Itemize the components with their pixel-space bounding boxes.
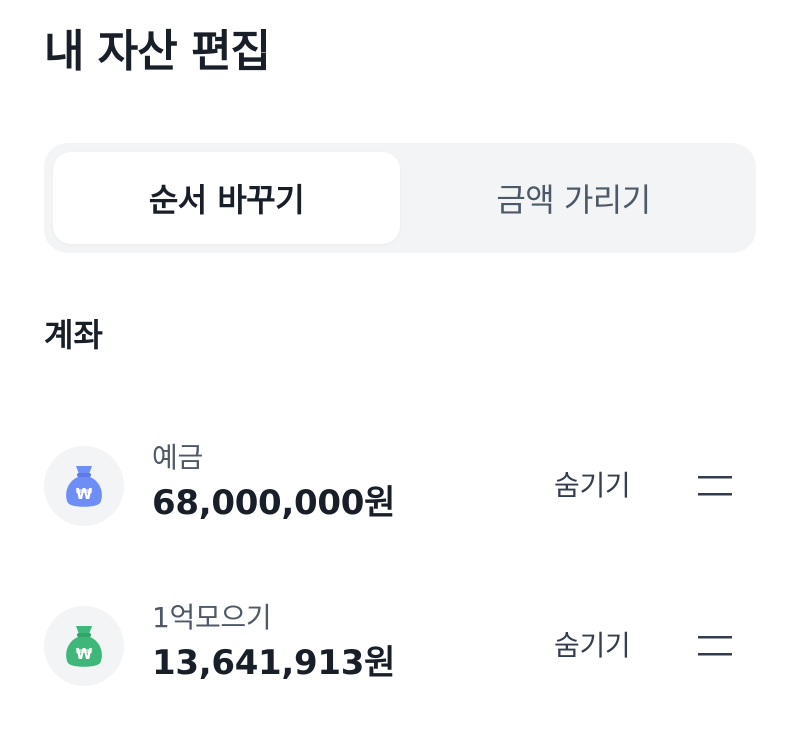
drag-handle-icon[interactable]: [694, 466, 736, 506]
edit-assets-page: 내 자산 편집 순서 바꾸기 금액 가리기 계좌 ₩ 예금 68,000,000…: [0, 0, 800, 746]
account-amount: 13,641,913원: [152, 643, 396, 683]
account-amount: 68,000,000원: [152, 483, 396, 523]
hide-button[interactable]: 숨기기: [554, 464, 631, 508]
money-bag-icon: ₩: [66, 626, 102, 667]
account-name: 1억모으기: [152, 601, 272, 634]
account-row: ₩ 1억모으기 13,641,913원 숨기기: [44, 596, 756, 696]
svg-text:₩: ₩: [76, 645, 93, 663]
money-bag-icon: ₩: [66, 466, 102, 507]
hide-button[interactable]: 숨기기: [554, 624, 631, 668]
tab-hide-amounts[interactable]: 금액 가리기: [400, 152, 747, 244]
segmented-control: 순서 바꾸기 금액 가리기: [44, 143, 756, 253]
page-title: 내 자산 편집: [44, 26, 271, 77]
tab-reorder[interactable]: 순서 바꾸기: [53, 152, 400, 244]
section-title-accounts: 계좌: [44, 316, 103, 354]
svg-text:₩: ₩: [76, 485, 93, 503]
account-name: 예금: [152, 441, 203, 474]
account-row: ₩ 예금 68,000,000원 숨기기: [44, 436, 756, 536]
account-avatar: ₩: [44, 606, 124, 686]
drag-handle-icon[interactable]: [694, 626, 736, 666]
account-avatar: ₩: [44, 446, 124, 526]
